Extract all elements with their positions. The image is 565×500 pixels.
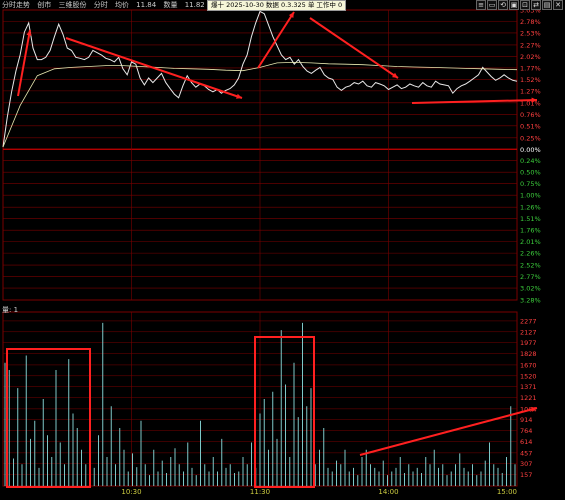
price-tick-label: 1.77% bbox=[520, 64, 541, 72]
price-tick-label: 0.76% bbox=[520, 111, 541, 119]
price-tick-label: 2.53% bbox=[520, 29, 541, 37]
toolbar: ≡ ▭ ⟲ ▣ ⊡ ⇄ ▤ ✕ bbox=[476, 0, 563, 10]
annotation-arrow bbox=[309, 17, 399, 79]
time-axis-label: 15:00 bbox=[497, 488, 517, 496]
chart-canvas: 3.03%2.78%2.53%2.27%2.02%1.77%1.52%1.27%… bbox=[2, 7, 541, 496]
annotation-arrow bbox=[257, 11, 295, 69]
price-tick-label: 3.02% bbox=[520, 285, 541, 293]
price-tick-label: 2.77% bbox=[520, 273, 541, 281]
time-axis-label: 11:30 bbox=[250, 488, 270, 496]
close-icon[interactable]: ✕ bbox=[553, 0, 563, 10]
price-tick-label: 0.51% bbox=[520, 122, 541, 130]
intraday-chart-window: 3.03% 2.78% 2.53% 2.27% 2.02% 1.77% 1.52% 1.27%… bbox=[0, 0, 565, 500]
volume-panel-label: 量: 1 bbox=[2, 306, 19, 314]
price-tick-label: 0.25% bbox=[520, 134, 541, 142]
price-tick-label: 1.00% bbox=[520, 192, 541, 200]
zoom-icon[interactable]: ⊡ bbox=[520, 0, 530, 10]
chart-title: 分时走势 bbox=[2, 1, 30, 9]
price-tick-label: 1.27% bbox=[520, 87, 541, 95]
price-tick-label: 1.26% bbox=[520, 204, 541, 212]
price-tick-label: 2.01% bbox=[520, 238, 541, 246]
price-tick-label: 1.51% bbox=[520, 215, 541, 223]
volume-tick-label: 1221 bbox=[520, 394, 537, 402]
layout-icon[interactable]: ▣ bbox=[509, 0, 519, 10]
stock-name: 三维股份 bbox=[58, 1, 87, 9]
volume-tick-label: 914 bbox=[520, 416, 532, 424]
price-tick-label: 1.52% bbox=[520, 76, 541, 84]
volume-tick-label: 307 bbox=[520, 460, 532, 468]
price-tick-label: 0.24% bbox=[520, 157, 541, 165]
volume-tick-label: 1828 bbox=[520, 350, 537, 358]
annotation-arrowhead bbox=[236, 93, 242, 99]
price-tick-label: 2.02% bbox=[520, 53, 541, 61]
price-value: 11.84 bbox=[136, 1, 157, 9]
price-tick-label: 0.50% bbox=[520, 169, 541, 177]
volume-value: 11.82 bbox=[184, 1, 205, 9]
volume-tick-label: 2277 bbox=[520, 317, 537, 325]
volume-tick-label: 1670 bbox=[520, 361, 537, 369]
window-icon[interactable]: ▭ bbox=[487, 0, 497, 10]
volume-tick-label: 1977 bbox=[520, 339, 537, 347]
legend-price: 分时 bbox=[93, 1, 108, 9]
switch-icon[interactable]: ⇄ bbox=[531, 0, 541, 10]
time-axis-label: 10:30 bbox=[121, 488, 141, 496]
volume-tick-label: 1371 bbox=[520, 383, 537, 391]
time-axis-label: 14:00 bbox=[378, 488, 398, 496]
legend-volume: 数量 bbox=[163, 1, 178, 9]
info-popup[interactable]: 爆十 2025-10-30 数据 0.3.325 单 工作中 0 bbox=[207, 0, 347, 11]
price-tick-label-zero: 0.00% bbox=[520, 146, 541, 154]
list-icon[interactable]: ▤ bbox=[542, 0, 552, 10]
annotation-arrow bbox=[17, 29, 31, 97]
price-tick-label: 3.28% bbox=[520, 297, 541, 305]
price-tick-label: 1.76% bbox=[520, 227, 541, 235]
volume-tick-label: 457 bbox=[520, 449, 532, 457]
volume-tick-label: 2127 bbox=[520, 328, 537, 336]
volume-tick-label: 614 bbox=[520, 438, 532, 446]
legend-avg: 均价 bbox=[114, 1, 129, 9]
volume-tick-label: 764 bbox=[520, 427, 532, 435]
price-tick-label: 2.78% bbox=[520, 18, 541, 26]
price-tick-label: 2.26% bbox=[520, 250, 541, 258]
price-tick-label: 2.27% bbox=[520, 41, 541, 49]
volume-tick-label: 157 bbox=[520, 471, 532, 479]
refresh-icon[interactable]: ⟲ bbox=[498, 0, 508, 10]
volume-tick-label: 1520 bbox=[520, 372, 537, 380]
price-tick-label: 2.52% bbox=[520, 262, 541, 270]
chart-header: 分时走势 创市 三维股份 分时 均价 11.84 数量 11.82 bbox=[2, 0, 210, 10]
menu-icon[interactable]: ≡ bbox=[476, 0, 486, 10]
market-label: 创市 bbox=[37, 1, 52, 9]
price-tick-label: 0.75% bbox=[520, 180, 541, 188]
